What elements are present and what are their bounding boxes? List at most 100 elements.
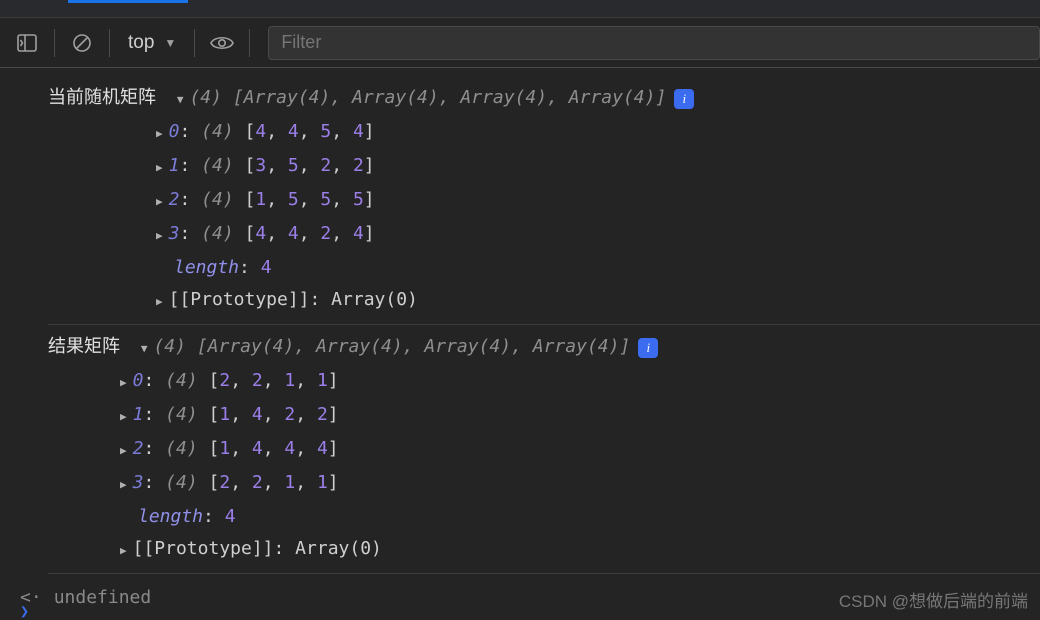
disclosure-triangle-icon[interactable] <box>120 433 133 467</box>
number-literal: 4 <box>252 399 263 431</box>
comma: , <box>266 150 288 182</box>
bracket-close: ] <box>364 184 375 216</box>
array-row[interactable]: 1: (4) [1, 4, 2, 2] <box>120 399 1040 433</box>
number-literal: 2 <box>320 218 331 250</box>
colon: : <box>179 150 201 182</box>
number-literal: 4 <box>255 116 266 148</box>
array-row[interactable]: 1: (4) [3, 5, 2, 2] <box>156 150 1040 184</box>
info-icon[interactable]: i <box>638 338 658 358</box>
array-row[interactable]: 2: (4) [1, 5, 5, 5] <box>156 184 1040 218</box>
prototype-row[interactable]: [[Prototype]]: Array(0) <box>120 533 1040 567</box>
array-row[interactable]: 0: (4) [2, 2, 1, 1] <box>120 365 1040 399</box>
number-literal: 4 <box>288 218 299 250</box>
bracket-close: ] <box>328 467 339 499</box>
toolbar-divider <box>109 29 110 57</box>
length-row: length: 4 <box>120 501 1040 533</box>
array-index: 1 <box>169 150 180 182</box>
bracket-open: [ <box>245 150 256 182</box>
array-index: 1 <box>133 399 144 431</box>
comma: , <box>295 399 317 431</box>
comma: , <box>263 433 285 465</box>
disclosure-triangle-icon[interactable] <box>120 467 133 501</box>
colon: : <box>239 252 261 284</box>
comma: , <box>299 184 321 216</box>
comma: , <box>331 184 353 216</box>
array-index: 0 <box>133 365 144 397</box>
bracket-close: ] <box>364 150 375 182</box>
comma: , <box>266 116 288 148</box>
bracket-open: [ <box>245 184 256 216</box>
row-length: (4) <box>165 467 208 499</box>
comma: , <box>295 467 317 499</box>
bracket-close: ] <box>328 433 339 465</box>
number-literal: 5 <box>320 184 331 216</box>
log-separator <box>48 573 1040 574</box>
array-summary: (4) [Array(4), Array(4), Array(4), Array… <box>153 331 630 363</box>
prototype-label: [[Prototype]]: Array(0) <box>133 533 382 565</box>
comma: , <box>263 399 285 431</box>
log-header[interactable]: 当前随机矩阵 (4) [Array(4), Array(4), Array(4)… <box>48 82 1040 116</box>
disclosure-triangle-icon[interactable] <box>141 331 154 365</box>
comma: , <box>331 150 353 182</box>
array-row[interactable]: 3: (4) [2, 2, 1, 1] <box>120 467 1040 501</box>
log-header[interactable]: 结果矩阵 (4) [Array(4), Array(4), Array(4), … <box>48 331 1040 365</box>
comma: , <box>263 467 285 499</box>
console-toolbar: top ▼ <box>0 18 1040 68</box>
comma: , <box>331 116 353 148</box>
comma: , <box>263 365 285 397</box>
toggle-sidebar-button[interactable] <box>12 28 42 58</box>
number-literal: 5 <box>288 184 299 216</box>
comma: , <box>295 433 317 465</box>
filter-input[interactable] <box>268 26 1040 60</box>
disclosure-triangle-icon[interactable] <box>156 116 169 150</box>
disclosure-triangle-icon[interactable] <box>156 284 169 318</box>
number-literal: 4 <box>288 116 299 148</box>
comma: , <box>331 218 353 250</box>
number-literal: 2 <box>252 365 263 397</box>
array-index: 3 <box>133 467 144 499</box>
clear-console-button[interactable] <box>67 28 97 58</box>
length-row: length: 4 <box>156 252 1040 284</box>
active-tab-indicator <box>68 0 188 3</box>
panel-icon <box>16 32 38 54</box>
bracket-open: [ <box>209 433 220 465</box>
bracket-close: ] <box>328 399 339 431</box>
row-length: (4) <box>165 433 208 465</box>
length-label: length <box>174 252 239 284</box>
number-literal: 5 <box>353 184 364 216</box>
array-index: 2 <box>133 433 144 465</box>
disclosure-triangle-icon[interactable] <box>120 533 133 567</box>
disclosure-triangle-icon[interactable] <box>156 184 169 218</box>
number-literal: 1 <box>219 399 230 431</box>
colon: : <box>203 501 225 533</box>
disclosure-triangle-icon[interactable] <box>120 365 133 399</box>
array-index: 0 <box>169 116 180 148</box>
comma: , <box>299 116 321 148</box>
prototype-label: [[Prototype]]: Array(0) <box>169 284 418 316</box>
comma: , <box>230 433 252 465</box>
return-value: undefined <box>54 580 152 616</box>
array-row[interactable]: 0: (4) [4, 4, 5, 4] <box>156 116 1040 150</box>
array-row[interactable]: 2: (4) [1, 4, 4, 4] <box>120 433 1040 467</box>
row-length: (4) <box>201 184 244 216</box>
comma: , <box>299 150 321 182</box>
context-selector[interactable]: top ▼ <box>122 32 182 54</box>
toolbar-divider <box>54 29 55 57</box>
number-literal: 1 <box>284 467 295 499</box>
clear-icon <box>71 32 93 54</box>
disclosure-triangle-icon[interactable] <box>156 218 169 252</box>
number-literal: 1 <box>219 433 230 465</box>
disclosure-triangle-icon[interactable] <box>177 82 190 116</box>
live-expression-button[interactable] <box>207 28 237 58</box>
disclosure-triangle-icon[interactable] <box>120 399 133 433</box>
chevron-down-icon: ▼ <box>164 36 176 50</box>
length-value: 4 <box>225 501 236 533</box>
prototype-row[interactable]: [[Prototype]]: Array(0) <box>156 284 1040 318</box>
bracket-close: ] <box>328 365 339 397</box>
bracket-open: [ <box>209 467 220 499</box>
info-icon[interactable]: i <box>674 89 694 109</box>
disclosure-triangle-icon[interactable] <box>156 150 169 184</box>
prompt-caret-icon: ❯ <box>20 602 29 620</box>
number-literal: 4 <box>252 433 263 465</box>
array-row[interactable]: 3: (4) [4, 4, 2, 4] <box>156 218 1040 252</box>
